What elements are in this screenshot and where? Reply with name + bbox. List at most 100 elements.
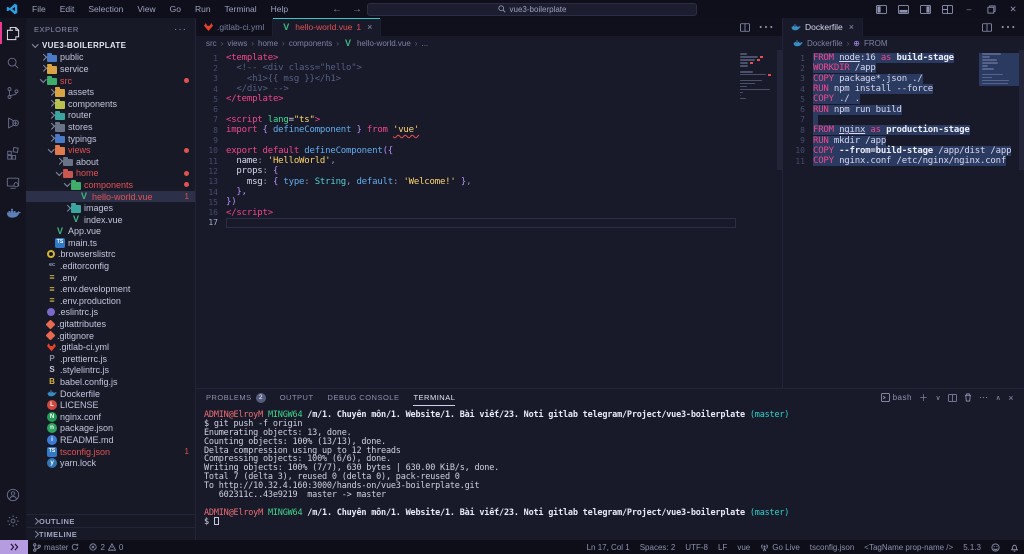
status-version[interactable]: 5.1.3	[958, 540, 986, 554]
command-center-search[interactable]: vue3-boilerplate	[367, 2, 697, 16]
outline-section[interactable]: OUTLINE	[26, 514, 195, 527]
remote-indicator[interactable]	[0, 540, 28, 554]
panel-tab-terminal[interactable]: TERMINAL	[413, 389, 455, 406]
restore-button[interactable]	[980, 0, 1002, 18]
terminal-dropdown-icon[interactable]: ∨	[935, 394, 941, 402]
tab-close-icon[interactable]: ×	[367, 22, 372, 32]
problems-indicator[interactable]: 2 0	[84, 540, 128, 554]
editor-more-actions-icon[interactable]: ⋯	[758, 17, 774, 37]
editor-more-actions-icon[interactable]: ⋯	[1000, 17, 1016, 37]
tree-item-router[interactable]: router	[26, 110, 195, 122]
status-feedback[interactable]	[986, 540, 1005, 554]
status-tsconfig[interactable]: tsconfig.json	[805, 540, 859, 554]
tree-item--env-production[interactable]: ≡ .env.production	[26, 295, 195, 307]
forward-arrow-icon[interactable]: →	[352, 4, 362, 15]
breadcrumb-segment[interactable]: views	[227, 39, 247, 48]
activity-source-control-icon[interactable]	[0, 78, 26, 108]
breadcrumb-segment[interactable]: Dockerfile	[807, 39, 843, 48]
breadcrumb-segment[interactable]: components	[289, 39, 333, 48]
terminal-output[interactable]: ADMIN@ElroyM MINGW64 /m/1. Chuyên môn/1.…	[196, 406, 1024, 540]
menu-view[interactable]: View	[130, 0, 162, 18]
activity-settings-icon[interactable]	[0, 508, 26, 534]
tree-item-nginx-conf[interactable]: Nnginx.conf	[26, 411, 195, 423]
tree-item-index-vue[interactable]: Vindex.vue	[26, 214, 195, 226]
tree-item--browserslistrc[interactable]: .browserslistrc	[26, 249, 195, 261]
toggle-secondary-sidebar-icon[interactable]	[914, 0, 936, 18]
tree-item--gitattributes[interactable]: .gitattributes	[26, 318, 195, 330]
tree-item-package-json[interactable]: n package.json	[26, 423, 195, 435]
kill-terminal-icon[interactable]	[964, 393, 972, 402]
tree-item-hello-world-vue[interactable]: Vhello-world.vue 1	[26, 190, 195, 203]
git-branch-indicator[interactable]: master	[28, 540, 84, 554]
tree-item-src[interactable]: src	[26, 75, 195, 87]
status-tag-template[interactable]: <TagName prop-name />	[859, 540, 958, 554]
tree-item-typings[interactable]: typings	[26, 133, 195, 145]
tree-item--editorconfig[interactable]: ec .editorconfig	[26, 260, 195, 272]
breadcrumb-segment[interactable]: ...	[421, 39, 428, 48]
tree-item--env-development[interactable]: ≡ .env.development	[26, 283, 195, 295]
breadcrumb-left[interactable]: src › views › home › components › Vhello-world.v…	[196, 36, 782, 50]
tree-item-main-ts[interactable]: TS main.ts	[26, 237, 195, 249]
breadcrumb-segment[interactable]: hello-world.vue	[357, 39, 411, 48]
explorer-more-actions-icon[interactable]: ···	[174, 24, 187, 35]
activity-extensions-icon[interactable]	[0, 138, 26, 168]
panel-more-actions-icon[interactable]: ⋯	[979, 392, 989, 403]
tree-item-service[interactable]: service	[26, 63, 195, 75]
status-language-mode[interactable]: vue	[732, 540, 755, 554]
split-terminal-icon[interactable]	[948, 393, 958, 402]
tree-item-components[interactable]: components	[26, 179, 195, 191]
tab-hello-world-vue[interactable]: Vhello-world.vue 1 ×	[273, 18, 382, 36]
split-editor-icon[interactable]	[982, 22, 992, 32]
tree-item-about[interactable]: about	[26, 156, 195, 168]
tree-item-components[interactable]: components	[26, 98, 195, 110]
tree-item-public[interactable]: public	[26, 52, 195, 64]
menu-file[interactable]: File	[25, 0, 53, 18]
code-editor-hello-world[interactable]: 1 <template> 2 <!-- <div class="hello"> 3 <…	[196, 50, 782, 388]
timeline-section[interactable]: TIMELINE	[26, 527, 195, 540]
tree-item-app-vue[interactable]: V App.vue	[26, 226, 195, 238]
activity-remote-explorer-icon[interactable]	[0, 168, 26, 198]
new-terminal-icon[interactable]: ＋	[919, 391, 929, 404]
status-eol[interactable]: LF	[713, 540, 732, 554]
tree-item-yarn-lock[interactable]: y yarn.lock	[26, 457, 195, 469]
breadcrumb-segment[interactable]: FROM	[864, 39, 888, 48]
breadcrumb-segment[interactable]: home	[258, 39, 278, 48]
status-encoding[interactable]: UTF-8	[680, 540, 713, 554]
editor-scrollbar[interactable]	[1019, 50, 1024, 170]
minimize-button[interactable]: –	[958, 0, 980, 18]
tab-dockerfile[interactable]: Dockerfile ×	[783, 18, 864, 36]
panel-tab-problems[interactable]: PROBLEMS 2	[206, 389, 266, 406]
status-go-live[interactable]: Go Live	[755, 540, 805, 554]
tree-item-license[interactable]: L LICENSE	[26, 399, 195, 411]
toggle-sidebar-icon[interactable]	[870, 0, 892, 18]
activity-docker-icon[interactable]	[0, 198, 26, 228]
status-indentation[interactable]: Spaces: 2	[635, 540, 681, 554]
activity-search-icon[interactable]	[0, 48, 26, 78]
close-panel-icon[interactable]: ×	[1008, 393, 1014, 403]
tree-item--gitignore[interactable]: .gitignore	[26, 330, 195, 342]
tree-item--eslintrc-js[interactable]: .eslintrc.js	[26, 307, 195, 319]
tree-item-images[interactable]: images	[26, 202, 195, 214]
minimap[interactable]	[740, 53, 774, 104]
minimap[interactable]	[979, 53, 1019, 86]
activity-account-icon[interactable]	[0, 482, 26, 508]
tab--gitlab-ci-yml[interactable]: .gitlab-ci.yml	[196, 18, 274, 36]
toggle-panel-icon[interactable]	[892, 0, 914, 18]
panel-tab-debug-console[interactable]: DEBUG CONSOLE	[328, 389, 400, 406]
tree-item--gitlab-ci-yml[interactable]: .gitlab-ci.yml	[26, 341, 195, 353]
tree-item-home[interactable]: home	[26, 168, 195, 180]
tree-root[interactable]: VUE3-BOILERPLATE	[26, 40, 195, 52]
status-notifications[interactable]	[1005, 540, 1024, 554]
terminal-shell-selector[interactable]: bash	[880, 393, 912, 402]
tree-item-dockerfile[interactable]: Dockerfile	[26, 388, 195, 400]
editor-scrollbar[interactable]	[777, 50, 782, 170]
tree-item--stylelintrc-js[interactable]: S .stylelintrc.js	[26, 365, 195, 377]
tree-item-views[interactable]: views	[26, 144, 195, 156]
activity-run-debug-icon[interactable]	[0, 108, 26, 138]
tree-item--env[interactable]: ≡ .env	[26, 272, 195, 284]
maximize-panel-icon[interactable]: ∧	[996, 394, 1002, 402]
close-button[interactable]: ✕	[1002, 0, 1024, 18]
menu-help[interactable]: Help	[264, 0, 295, 18]
status-cursor-position[interactable]: Ln 17, Col 1	[582, 540, 635, 554]
tree-item-tsconfig-json[interactable]: TS tsconfig.json 1	[26, 446, 195, 458]
